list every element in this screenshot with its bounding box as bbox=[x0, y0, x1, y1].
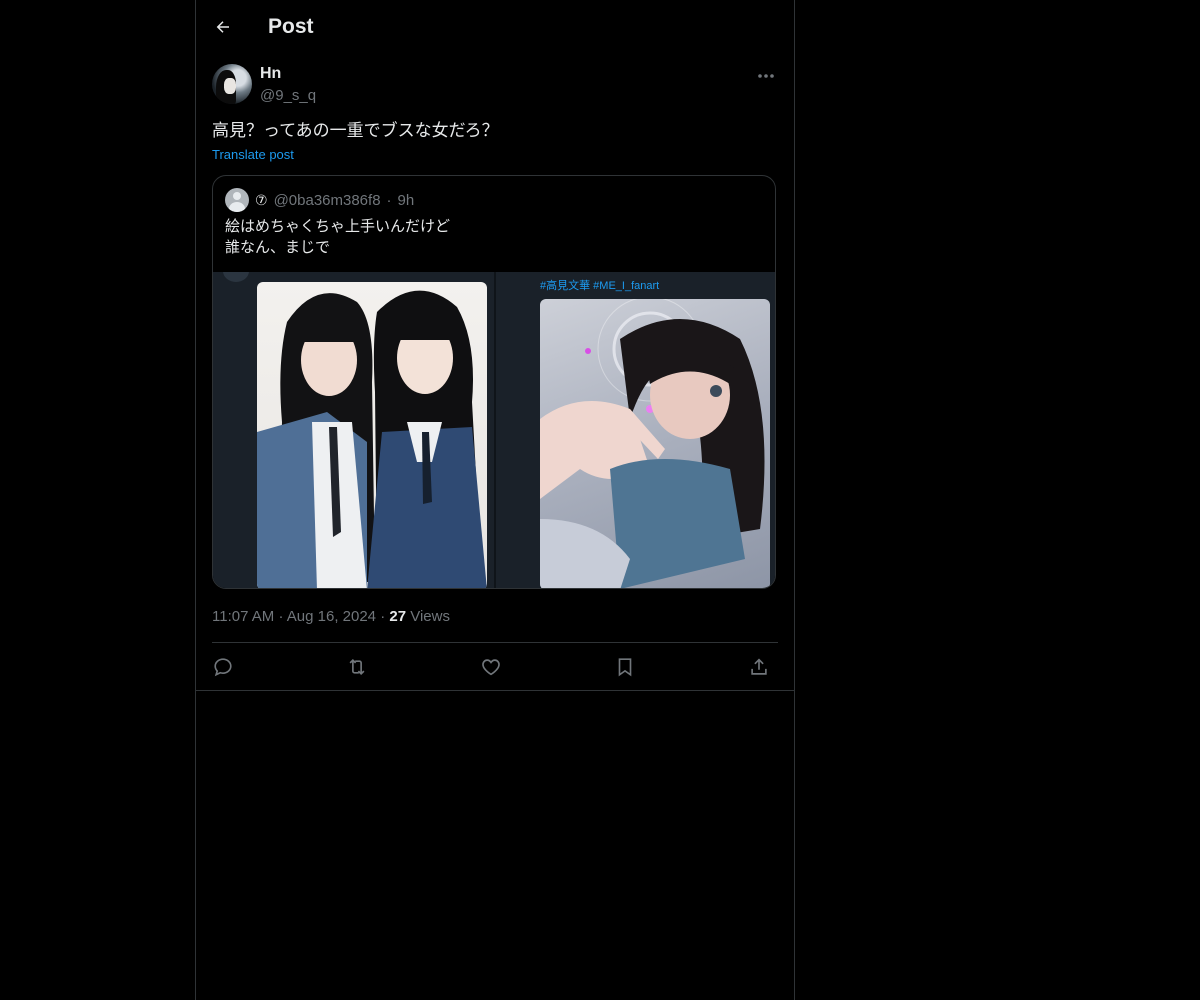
more-icon bbox=[758, 74, 774, 78]
action-bar bbox=[212, 654, 778, 682]
share-icon bbox=[751, 658, 767, 675]
post-bottom-divider bbox=[196, 690, 794, 691]
quoted-avatar[interactable] bbox=[225, 188, 249, 212]
post-time[interactable]: 11:07 AM bbox=[212, 608, 274, 625]
quoted-post-text: 絵はめちゃくちゃ上手いんだけど 誰なん、まじで bbox=[225, 216, 450, 258]
post-timestamp: 11:07 AM · Aug 16, 2024 · 27 Views bbox=[212, 607, 450, 627]
media-hashtags: #高見文華 #ME_I_fanart bbox=[540, 280, 660, 292]
post-date[interactable]: Aug 16, 2024 bbox=[287, 608, 376, 625]
post-author: Hn @9_s_q bbox=[212, 64, 778, 108]
like-icon bbox=[482, 659, 500, 676]
quoted-badge: ⑦ bbox=[255, 191, 268, 208]
views-label: Views bbox=[410, 608, 450, 625]
share-button[interactable] bbox=[748, 656, 772, 680]
arrow-left-icon bbox=[216, 21, 229, 33]
views-count: 27 bbox=[389, 608, 407, 625]
separator-dot: · bbox=[278, 608, 287, 625]
artwork-two-girls bbox=[257, 282, 487, 588]
quoted-text-line: 絵はめちゃくちゃ上手いんだけど bbox=[225, 217, 451, 235]
quoted-text-line: 誰なん、まじで bbox=[225, 238, 331, 256]
primary-column: Post Hn @9_s_q 高見？ってあの一重でブスな女だろ？ Transla… bbox=[195, 0, 795, 1000]
stats-divider bbox=[212, 642, 778, 643]
media-image-1[interactable] bbox=[213, 272, 494, 588]
more-options-button[interactable] bbox=[754, 66, 778, 86]
reply-icon bbox=[214, 658, 232, 677]
top-bar: Post bbox=[196, 0, 794, 54]
reply-button[interactable] bbox=[212, 656, 236, 680]
separator-dot: · bbox=[380, 608, 390, 625]
author-handle[interactable]: @9_s_q bbox=[260, 86, 316, 106]
quoted-media: #高見文華 #ME_I_fanart bbox=[213, 272, 775, 588]
quoted-separator: · bbox=[386, 191, 392, 209]
post-text: 高見？ってあの一重でブスな女だろ？ bbox=[212, 121, 499, 141]
media-image-2[interactable]: #高見文華 #ME_I_fanart bbox=[496, 272, 775, 588]
like-button[interactable] bbox=[480, 656, 504, 680]
quoted-post-header: ⑦ @0ba36m386f8 · 9h bbox=[225, 188, 414, 212]
repost-button[interactable] bbox=[346, 656, 370, 680]
bookmark-icon bbox=[618, 658, 632, 677]
translate-post-link[interactable]: Translate post bbox=[212, 146, 294, 164]
artwork-girl-pointing bbox=[540, 299, 770, 588]
quoted-post[interactable]: ⑦ @0ba36m386f8 · 9h 絵はめちゃくちゃ上手いんだけど 誰なん、… bbox=[212, 175, 776, 589]
page-title: Post bbox=[268, 15, 314, 38]
author-display-name[interactable]: Hn bbox=[260, 64, 281, 84]
back-button[interactable] bbox=[210, 14, 236, 40]
avatar[interactable] bbox=[212, 64, 252, 104]
bookmark-button[interactable] bbox=[614, 656, 638, 680]
repost-icon bbox=[349, 658, 365, 676]
quoted-handle[interactable]: @0ba36m386f8 bbox=[274, 192, 381, 209]
quoted-age[interactable]: 9h bbox=[398, 192, 415, 209]
